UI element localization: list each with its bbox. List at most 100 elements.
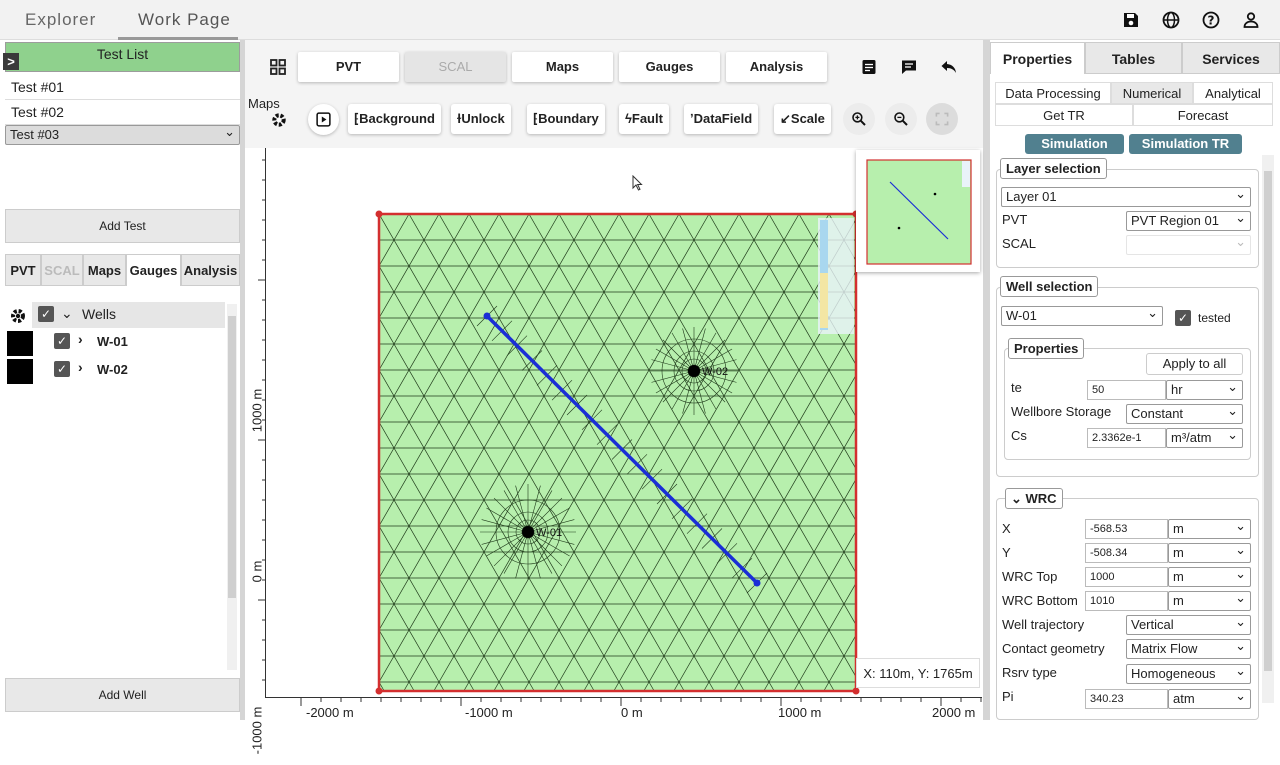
chevron-down-icon[interactable]: ⌄ [61,305,73,322]
add-test-button[interactable]: Add Test [5,209,240,243]
tab-maps[interactable]: Maps [83,254,126,286]
pvt-select[interactable]: PVT Region 01 [1126,209,1251,231]
x-unit-select[interactable]: m [1168,517,1251,539]
scal-select[interactable] [1126,233,1251,255]
tab-analysis[interactable]: Analysis [726,52,827,82]
tab-gauges[interactable]: Gauges [619,52,720,82]
pi-unit-select[interactable]: atm [1168,687,1251,709]
te-unit-select[interactable]: hr [1166,378,1243,400]
document-icon[interactable] [859,57,879,77]
tab-properties[interactable]: Properties [990,42,1085,74]
tab-gauges[interactable]: Gauges [126,254,181,286]
right-splitter[interactable] [983,40,990,720]
tab-explorer[interactable]: Explorer [25,0,96,40]
apply-to-all-button[interactable]: Apply to all [1146,353,1243,375]
wrc-bottom-unit-select[interactable]: m [1168,589,1251,611]
pi-input[interactable]: 340.23 [1085,689,1168,709]
simulation-button[interactable]: Simulation [1025,134,1124,154]
tab-pvt[interactable]: PVT [298,52,399,82]
contact-geometry-select[interactable]: Matrix Flow [1126,637,1251,659]
lightning-icon: ϟ [625,111,632,126]
tab-maps[interactable]: Maps [512,52,613,82]
datafield-button[interactable]: ʼDataField [684,104,759,134]
x-input[interactable]: -568.53 [1085,519,1168,539]
y-input[interactable]: -508.34 [1085,543,1168,563]
tab-work-page[interactable]: Work Page [138,0,231,40]
globe-icon[interactable] [1161,10,1181,30]
minimap[interactable] [856,150,980,272]
background-button[interactable]: ⁅Background [348,104,441,134]
subtab-get-tr[interactable]: Get TR [995,104,1133,126]
well-marker[interactable] [522,526,534,538]
boundary-vertex[interactable] [375,210,383,218]
well-label[interactable]: W-02 [97,362,128,377]
map-canvas[interactable]: W-02 W-01 X: 110m, Y: 1765m [266,148,982,696]
wrc-legend[interactable]: ⌄ WRC [1005,488,1063,509]
tab-services[interactable]: Services [1182,42,1280,74]
undo-icon[interactable] [939,57,959,77]
tab-analysis[interactable]: Analysis [181,254,240,286]
chevron-right-icon[interactable]: › [78,359,83,375]
rsrv-type-select[interactable]: Homogeneous [1126,662,1251,684]
tab-scal[interactable]: SCAL [405,52,506,82]
test-row[interactable]: Test #01 [5,75,240,100]
te-input[interactable]: 50 [1087,380,1166,400]
tab-scal[interactable]: SCAL [41,254,83,286]
wrc-top-unit-select[interactable]: m [1168,565,1251,587]
subtab-analytical[interactable]: Analytical [1193,82,1273,104]
wrc-bottom-input[interactable]: 1010 [1085,591,1168,611]
save-icon[interactable] [1121,10,1141,30]
test-row[interactable]: Test #02 [5,100,240,125]
cs-unit-select[interactable]: m³/atm [1166,426,1243,448]
boundary-vertex[interactable] [375,687,383,695]
tab-tables[interactable]: Tables [1085,42,1182,74]
cs-input[interactable]: 2.3362e-1 [1087,428,1166,448]
well-checkbox[interactable]: ✓ [54,333,70,349]
boundary-button[interactable]: ⁅Boundary [527,104,605,134]
comment-icon[interactable] [899,57,919,77]
well-marker[interactable] [688,365,700,377]
right-scrollbar-thumb[interactable] [1264,171,1272,671]
wrc-top-input[interactable]: 1000 [1085,567,1168,587]
expand-panel-button[interactable]: > [3,53,19,70]
well-label[interactable]: W-01 [97,334,128,349]
y-unit-select[interactable]: m [1168,541,1251,563]
tab-pvt[interactable]: PVT [5,254,41,286]
subtab-data-processing[interactable]: Data Processing [995,82,1111,104]
well-trajectory-select[interactable]: Vertical [1126,613,1251,635]
scale-button[interactable]: ↙Scale [774,104,831,134]
add-well-button[interactable]: Add Well [5,678,240,712]
boundary-vertex[interactable] [852,687,860,695]
well-color-swatch[interactable] [7,331,33,356]
subtab-forecast[interactable]: Forecast [1133,104,1273,126]
tree-scrollbar[interactable] [227,304,237,670]
play-button[interactable] [308,104,339,135]
user-icon[interactable] [1241,10,1261,30]
gear-icon[interactable] [8,306,28,326]
well-color-swatch[interactable] [7,359,33,384]
fault-endpoint[interactable] [753,579,761,587]
fault-button[interactable]: ϟFault [619,104,669,134]
wells-checkbox[interactable]: ✓ [38,306,54,322]
well-checkbox[interactable]: ✓ [54,361,70,377]
grid-view-icon[interactable] [268,57,288,77]
zoom-in-button[interactable] [843,103,875,135]
well-select[interactable]: W-01 [1001,304,1163,326]
tested-checkbox[interactable]: ✓ [1175,310,1191,326]
wellbore-storage-select[interactable]: Constant [1126,402,1243,424]
subtab-numerical[interactable]: Numerical [1111,82,1193,104]
zoom-out-button[interactable] [885,103,917,135]
unlock-button[interactable]: ɫUnlock [451,104,511,134]
right-scrollbar[interactable] [1262,155,1274,703]
fault-endpoint[interactable] [483,312,491,320]
layer-select[interactable]: Layer 01 [1001,185,1251,207]
left-panel: Test List > Test #01 Test #02 Test #03 A… [0,40,242,720]
chevron-right-icon[interactable]: › [78,331,83,347]
background-label: Background [359,111,435,126]
simulation-tr-button[interactable]: Simulation TR [1129,134,1242,154]
help-icon[interactable]: ? [1201,10,1221,30]
tree-scrollbar-thumb[interactable] [228,316,236,598]
fit-view-button[interactable] [926,103,958,135]
settings-gear-icon[interactable] [270,111,288,129]
test-row-selected[interactable]: Test #03 [5,123,240,145]
